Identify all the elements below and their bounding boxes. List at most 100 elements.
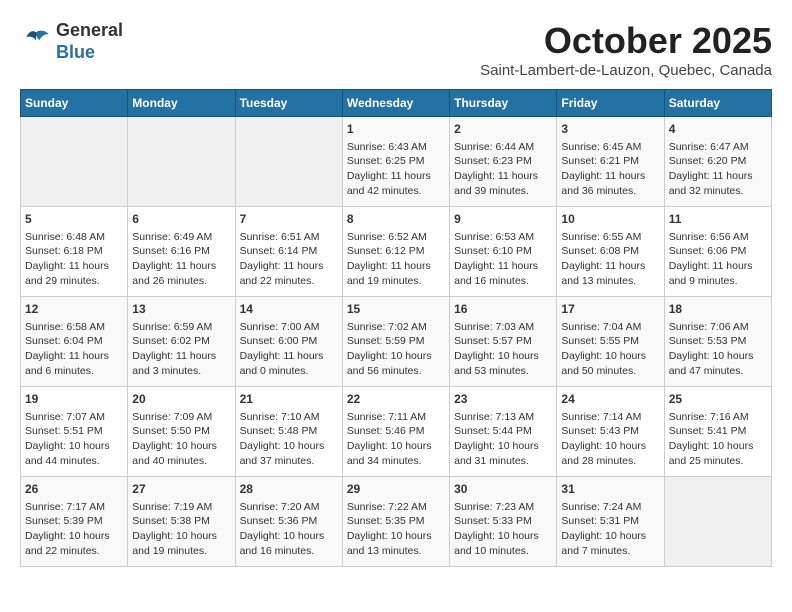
day-number: 23 bbox=[454, 391, 552, 408]
day-number: 20 bbox=[132, 391, 230, 408]
day-cell: 24Sunrise: 7:14 AMSunset: 5:43 PMDayligh… bbox=[557, 387, 664, 477]
day-info: Sunrise: 7:09 AM bbox=[132, 410, 230, 425]
day-info: and 36 minutes. bbox=[561, 184, 659, 199]
day-info: Sunrise: 7:16 AM bbox=[669, 410, 767, 425]
day-cell: 3Sunrise: 6:45 AMSunset: 6:21 PMDaylight… bbox=[557, 117, 664, 207]
header-cell-saturday: Saturday bbox=[664, 90, 771, 117]
day-info: and 37 minutes. bbox=[240, 454, 338, 469]
day-info: Daylight: 11 hours bbox=[347, 259, 445, 274]
day-info: and 34 minutes. bbox=[347, 454, 445, 469]
day-info: Sunset: 5:50 PM bbox=[132, 424, 230, 439]
day-info: Sunset: 6:00 PM bbox=[240, 334, 338, 349]
day-info: Sunrise: 6:56 AM bbox=[669, 230, 767, 245]
day-number: 5 bbox=[25, 211, 123, 228]
day-info: Sunrise: 6:45 AM bbox=[561, 140, 659, 155]
day-info: and 29 minutes. bbox=[25, 274, 123, 289]
logo-text: General Blue bbox=[56, 20, 123, 63]
day-info: and 56 minutes. bbox=[347, 364, 445, 379]
day-cell bbox=[128, 117, 235, 207]
day-cell: 19Sunrise: 7:07 AMSunset: 5:51 PMDayligh… bbox=[21, 387, 128, 477]
header-cell-thursday: Thursday bbox=[450, 90, 557, 117]
day-info: Daylight: 11 hours bbox=[669, 169, 767, 184]
day-info: Daylight: 10 hours bbox=[240, 439, 338, 454]
day-info: Sunrise: 7:03 AM bbox=[454, 320, 552, 335]
day-info: Daylight: 11 hours bbox=[25, 259, 123, 274]
day-number: 8 bbox=[347, 211, 445, 228]
day-info: and 53 minutes. bbox=[454, 364, 552, 379]
day-info: Sunrise: 7:19 AM bbox=[132, 500, 230, 515]
day-info: Sunset: 5:46 PM bbox=[347, 424, 445, 439]
day-cell: 27Sunrise: 7:19 AMSunset: 5:38 PMDayligh… bbox=[128, 477, 235, 567]
day-info: Sunset: 6:23 PM bbox=[454, 154, 552, 169]
day-info: and 50 minutes. bbox=[561, 364, 659, 379]
day-info: Sunset: 6:21 PM bbox=[561, 154, 659, 169]
header-cell-monday: Monday bbox=[128, 90, 235, 117]
day-number: 15 bbox=[347, 301, 445, 318]
day-info: and 31 minutes. bbox=[454, 454, 552, 469]
day-cell: 12Sunrise: 6:58 AMSunset: 6:04 PMDayligh… bbox=[21, 297, 128, 387]
day-info: Sunset: 5:55 PM bbox=[561, 334, 659, 349]
day-info: Sunset: 5:35 PM bbox=[347, 514, 445, 529]
logo-line2: Blue bbox=[56, 42, 123, 64]
day-number: 1 bbox=[347, 121, 445, 138]
day-info: Sunrise: 7:20 AM bbox=[240, 500, 338, 515]
day-number: 18 bbox=[669, 301, 767, 318]
day-info: and 10 minutes. bbox=[454, 544, 552, 559]
day-info: Sunrise: 6:59 AM bbox=[132, 320, 230, 335]
day-info: Daylight: 11 hours bbox=[132, 259, 230, 274]
day-number: 11 bbox=[669, 211, 767, 228]
day-info: Daylight: 10 hours bbox=[347, 529, 445, 544]
day-cell: 13Sunrise: 6:59 AMSunset: 6:02 PMDayligh… bbox=[128, 297, 235, 387]
day-cell: 30Sunrise: 7:23 AMSunset: 5:33 PMDayligh… bbox=[450, 477, 557, 567]
title-section: October 2025 Saint-Lambert-de-Lauzon, Qu… bbox=[480, 20, 772, 79]
day-info: and 0 minutes. bbox=[240, 364, 338, 379]
day-number: 4 bbox=[669, 121, 767, 138]
day-number: 21 bbox=[240, 391, 338, 408]
day-info: Sunset: 5:38 PM bbox=[132, 514, 230, 529]
calendar-header: SundayMondayTuesdayWednesdayThursdayFrid… bbox=[21, 90, 772, 117]
day-cell: 16Sunrise: 7:03 AMSunset: 5:57 PMDayligh… bbox=[450, 297, 557, 387]
day-number: 24 bbox=[561, 391, 659, 408]
day-info: and 19 minutes. bbox=[132, 544, 230, 559]
day-number: 9 bbox=[454, 211, 552, 228]
day-cell: 10Sunrise: 6:55 AMSunset: 6:08 PMDayligh… bbox=[557, 207, 664, 297]
day-info: Sunrise: 7:22 AM bbox=[347, 500, 445, 515]
day-info: Daylight: 11 hours bbox=[240, 259, 338, 274]
day-info: and 6 minutes. bbox=[25, 364, 123, 379]
day-info: Sunrise: 6:51 AM bbox=[240, 230, 338, 245]
day-info: Daylight: 10 hours bbox=[347, 439, 445, 454]
day-cell: 25Sunrise: 7:16 AMSunset: 5:41 PMDayligh… bbox=[664, 387, 771, 477]
week-row-5: 26Sunrise: 7:17 AMSunset: 5:39 PMDayligh… bbox=[21, 477, 772, 567]
day-info: Sunrise: 7:13 AM bbox=[454, 410, 552, 425]
day-number: 29 bbox=[347, 481, 445, 498]
day-info: Daylight: 11 hours bbox=[132, 349, 230, 364]
day-cell: 23Sunrise: 7:13 AMSunset: 5:44 PMDayligh… bbox=[450, 387, 557, 477]
page-header: General Blue October 2025 Saint-Lambert-… bbox=[20, 20, 772, 79]
day-info: Sunrise: 6:44 AM bbox=[454, 140, 552, 155]
day-number: 28 bbox=[240, 481, 338, 498]
day-cell: 21Sunrise: 7:10 AMSunset: 5:48 PMDayligh… bbox=[235, 387, 342, 477]
day-info: Sunset: 5:57 PM bbox=[454, 334, 552, 349]
day-number: 22 bbox=[347, 391, 445, 408]
day-number: 2 bbox=[454, 121, 552, 138]
day-cell: 1Sunrise: 6:43 AMSunset: 6:25 PMDaylight… bbox=[342, 117, 449, 207]
day-cell: 9Sunrise: 6:53 AMSunset: 6:10 PMDaylight… bbox=[450, 207, 557, 297]
day-info: Sunset: 6:20 PM bbox=[669, 154, 767, 169]
day-number: 30 bbox=[454, 481, 552, 498]
day-info: Daylight: 10 hours bbox=[561, 439, 659, 454]
day-info: and 3 minutes. bbox=[132, 364, 230, 379]
day-info: Sunset: 6:18 PM bbox=[25, 244, 123, 259]
day-cell bbox=[21, 117, 128, 207]
day-number: 26 bbox=[25, 481, 123, 498]
day-info: Sunset: 5:39 PM bbox=[25, 514, 123, 529]
day-cell bbox=[235, 117, 342, 207]
day-info: Daylight: 10 hours bbox=[454, 529, 552, 544]
day-info: and 39 minutes. bbox=[454, 184, 552, 199]
day-info: Sunrise: 6:43 AM bbox=[347, 140, 445, 155]
day-info: Daylight: 10 hours bbox=[132, 439, 230, 454]
day-info: Daylight: 11 hours bbox=[25, 349, 123, 364]
day-info: Sunset: 6:14 PM bbox=[240, 244, 338, 259]
day-info: Sunrise: 6:48 AM bbox=[25, 230, 123, 245]
day-info: Sunset: 5:36 PM bbox=[240, 514, 338, 529]
day-info: Daylight: 10 hours bbox=[454, 439, 552, 454]
